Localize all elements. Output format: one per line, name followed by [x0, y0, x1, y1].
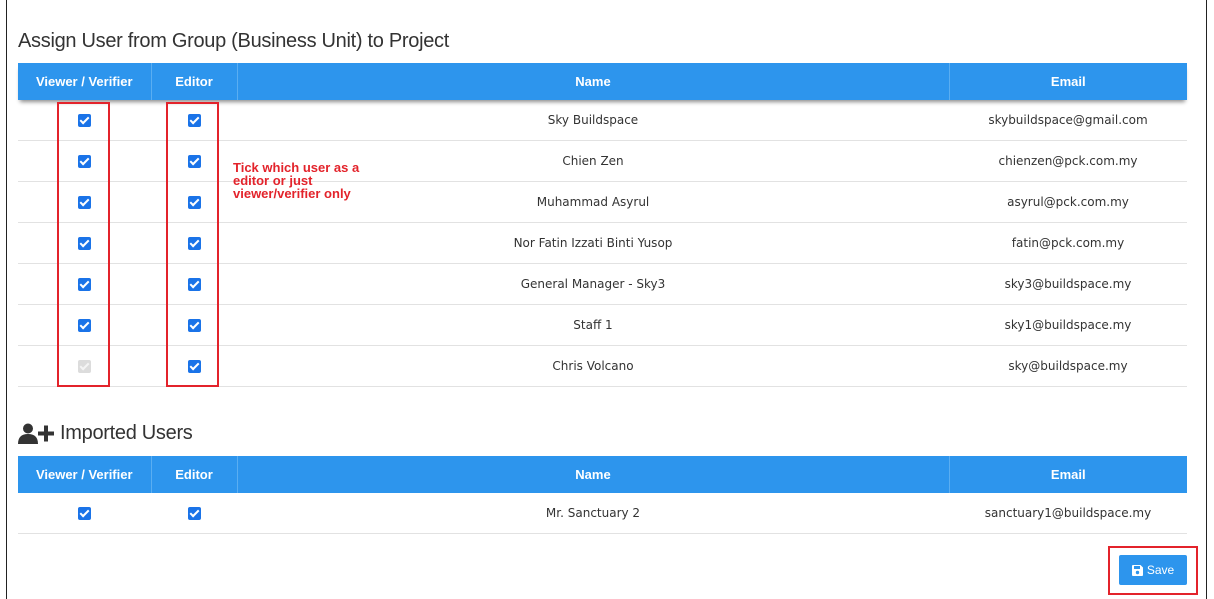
table-row: Mr. Sanctuary 2 sanctuary1@buildspace.my — [18, 493, 1187, 534]
table-header-row: Viewer / Verifier Editor Name Email — [18, 63, 1187, 100]
user-email-cell: asyrul@pck.com.my — [949, 181, 1187, 223]
col-header-editor[interactable]: Editor — [151, 63, 238, 100]
imported-users-title: Imported Users — [60, 422, 193, 444]
viewer-checkbox[interactable] — [78, 507, 91, 520]
annotation-note: Tick which user as a editor or just view… — [233, 160, 360, 201]
user-name-cell: Staff 1 — [237, 304, 949, 346]
col-header-editor[interactable]: Editor — [151, 456, 238, 493]
user-name-cell: Sky Buildspace — [237, 100, 949, 141]
user-name-cell: General Manager - Sky3 — [237, 263, 949, 305]
user-email-cell: skybuildspace@gmail.com — [949, 100, 1187, 141]
col-header-email[interactable]: Email — [949, 63, 1187, 100]
editor-column-highlight — [166, 102, 219, 387]
user-email-cell: sanctuary1@buildspace.my — [949, 493, 1187, 534]
col-header-name[interactable]: Name — [237, 456, 950, 493]
editor-checkbox[interactable] — [187, 507, 201, 520]
table-header-row: Viewer / Verifier Editor Name Email — [18, 456, 1187, 493]
col-header-name[interactable]: Name — [237, 63, 950, 100]
user-email-cell: fatin@pck.com.my — [949, 222, 1187, 264]
save-button-label: Save — [1146, 563, 1175, 577]
editor-cell — [151, 493, 237, 534]
imported-users-heading: Imported Users — [18, 422, 193, 445]
col-header-email[interactable]: Email — [949, 456, 1187, 493]
viewer-column-highlight — [57, 102, 110, 387]
user-email-cell: chienzen@pck.com.my — [949, 140, 1187, 182]
floppy-disk-icon — [1131, 564, 1143, 576]
viewer-cell — [18, 493, 151, 534]
save-button[interactable]: Save — [1119, 555, 1187, 585]
imported-users-table: Viewer / Verifier Editor Name Email Mr. … — [18, 456, 1187, 534]
user-name-cell: Nor Fatin Izzati Binti Yusop — [237, 222, 949, 264]
assign-users-title: Assign User from Group (Business Unit) t… — [18, 30, 450, 52]
user-email-cell: sky@buildspace.my — [949, 345, 1187, 387]
user-plus-icon — [18, 423, 56, 445]
user-email-cell: sky3@buildspace.my — [949, 263, 1187, 305]
col-header-viewer[interactable]: Viewer / Verifier — [18, 63, 152, 100]
user-name-cell: Chris Volcano — [237, 345, 949, 387]
user-email-cell: sky1@buildspace.my — [949, 304, 1187, 346]
col-header-viewer[interactable]: Viewer / Verifier — [18, 456, 152, 493]
user-name-cell: Mr. Sanctuary 2 — [237, 493, 949, 534]
